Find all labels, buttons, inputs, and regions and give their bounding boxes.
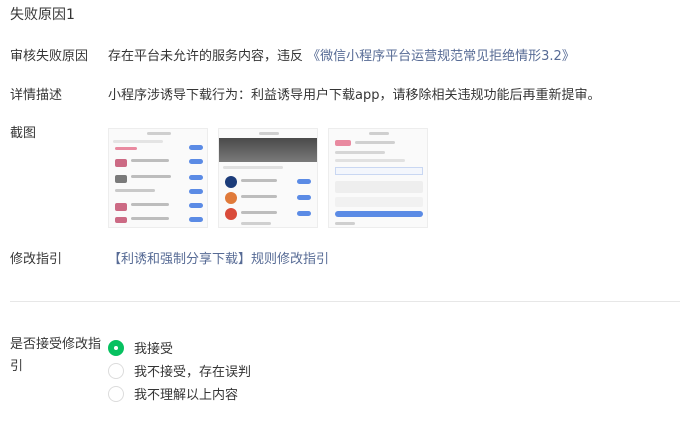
screenshot-gallery	[108, 128, 428, 228]
radio-label: 我不接受，存在误判	[134, 365, 252, 380]
detail-label: 详情描述	[10, 88, 63, 103]
accept-label: 是否接受修改指引	[10, 337, 102, 374]
guide-link[interactable]: 【利诱和强制分享下载】规则修改指引	[108, 248, 329, 267]
reject-reason-label: 审核失败原因	[10, 49, 89, 64]
radio-checked-icon[interactable]	[108, 339, 124, 356]
screenshot-thumbnail-1[interactable]	[108, 128, 208, 228]
reject-reason-text: 存在平台未允许的服务内容，违反	[108, 49, 304, 64]
radio-unchecked-icon[interactable]	[108, 385, 124, 402]
radio-option-unclear[interactable]: 我不理解以上内容	[108, 382, 251, 405]
radio-label: 我不理解以上内容	[134, 388, 239, 403]
rule-link[interactable]: 《微信小程序平台运营规范常见拒绝情形3.2》	[307, 49, 575, 64]
radio-label: 我接受	[134, 342, 174, 357]
screenshot-thumbnail-2[interactable]	[218, 128, 318, 228]
guide-label: 修改指引	[10, 252, 63, 267]
screenshot-thumbnail-3[interactable]	[328, 128, 428, 228]
divider	[10, 301, 680, 302]
radio-option-accept[interactable]: 我接受	[108, 336, 251, 359]
screenshot-label: 截图	[10, 126, 37, 141]
section-title: 失败原因1	[10, 7, 75, 23]
radio-unchecked-icon[interactable]	[108, 362, 124, 379]
radio-option-reject[interactable]: 我不接受，存在误判	[108, 359, 251, 382]
reject-reason-value: 存在平台未允许的服务内容，违反 《微信小程序平台运营规范常见拒绝情形3.2》	[108, 45, 575, 64]
detail-text: 小程序涉诱导下载行为：利益诱导用户下载app，请移除相关违规功能后再重新提审。	[108, 88, 601, 103]
accept-radio-group: 我接受 我不接受，存在误判 我不理解以上内容	[108, 336, 251, 405]
